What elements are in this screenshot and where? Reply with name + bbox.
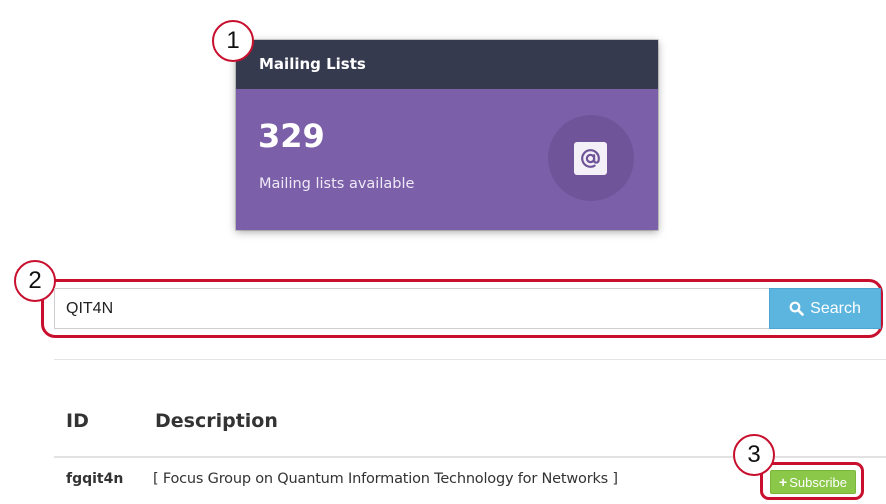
mailing-list-count: 329 <box>258 117 325 155</box>
search-button-label: Search <box>810 299 861 317</box>
subscribe-button[interactable]: + Subscribe <box>770 470 856 494</box>
card-body: 329 Mailing lists available <box>236 89 658 230</box>
search-icon <box>789 301 804 316</box>
card-title: Mailing Lists <box>236 40 658 89</box>
callout-marker-2: 2 <box>14 260 56 302</box>
column-header-description: Description <box>155 410 278 432</box>
divider <box>54 359 886 360</box>
search-input[interactable] <box>54 288 770 329</box>
plus-icon: + <box>779 474 788 490</box>
icon-circle <box>548 115 634 201</box>
callout-marker-1: 1 <box>212 20 254 62</box>
card-subtitle: Mailing lists available <box>259 176 415 192</box>
search-button[interactable]: Search <box>769 288 881 329</box>
subscribe-button-label: Subscribe <box>789 474 847 490</box>
at-sign-icon <box>574 142 607 175</box>
column-header-id: ID <box>66 410 89 432</box>
mailing-lists-card: Mailing Lists 329 Mailing lists availabl… <box>236 40 658 230</box>
callout-marker-3: 3 <box>733 434 775 476</box>
row-description: [ Focus Group on Quantum Information Tec… <box>153 471 618 487</box>
row-id: fgqit4n <box>66 471 124 487</box>
